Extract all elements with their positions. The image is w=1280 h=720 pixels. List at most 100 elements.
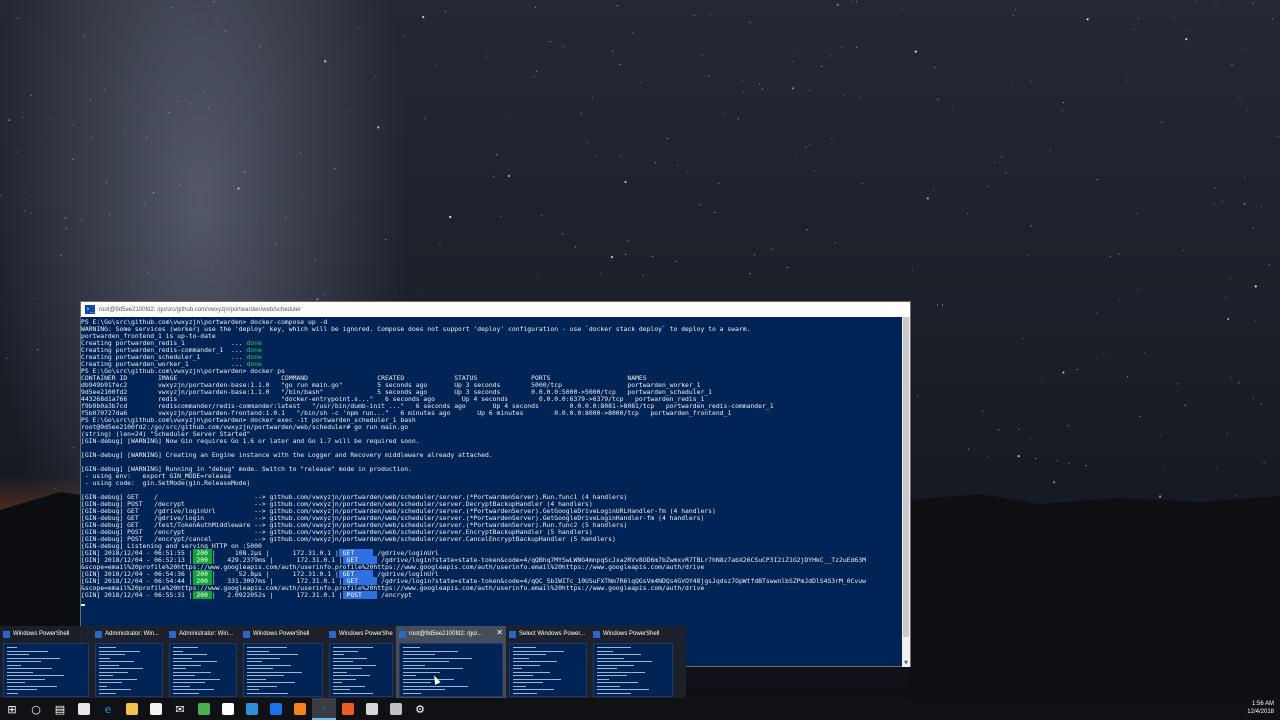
thumbnail-label: root@9d5ee2100fd2: /go/... — [409, 631, 483, 637]
star — [831, 138, 833, 139]
window-thumbnail[interactable]: Windows PowerShell — [326, 626, 396, 698]
star — [486, 55, 488, 57]
thumbnail-preview — [399, 643, 503, 697]
star — [500, 215, 502, 217]
chrome-icon[interactable] — [192, 698, 216, 720]
thumbnail-label: Windows PowerShell — [603, 631, 660, 637]
cortana-search-icon[interactable]: ○ — [24, 698, 48, 720]
mail-icon[interactable]: ✉ — [168, 698, 192, 720]
star — [1177, 383, 1179, 385]
star — [115, 45, 117, 47]
settings-icon[interactable]: ⚙ — [408, 698, 432, 720]
window-thumbnail[interactable]: Administrator: Win... — [92, 626, 166, 698]
star — [395, 292, 397, 294]
powershell-console-window[interactable]: ›_ root@9d5ee2100fd2: /go/src/github.com… — [80, 301, 911, 667]
store-icon[interactable] — [144, 698, 168, 720]
app-icon-1[interactable] — [72, 698, 96, 720]
star — [937, 304, 938, 306]
star — [1271, 18, 1273, 20]
star — [805, 146, 807, 148]
star — [1244, 176, 1246, 178]
star — [153, 192, 154, 194]
scroll-thumb[interactable] — [903, 317, 909, 637]
star — [620, 154, 621, 156]
console-scrollbar[interactable]: ▲ ▼ — [902, 317, 910, 667]
scroll-down-icon[interactable]: ▼ — [902, 659, 910, 667]
star — [104, 88, 106, 90]
star — [1244, 50, 1246, 52]
window-thumbnail[interactable]: Windows PowerShell — [240, 626, 326, 698]
star — [611, 50, 613, 52]
star — [1127, 79, 1128, 81]
star — [1138, 287, 1140, 289]
star — [742, 80, 744, 82]
network-icon[interactable] — [384, 698, 408, 720]
star — [841, 47, 842, 48]
github-icon[interactable] — [216, 698, 240, 720]
star — [179, 183, 180, 185]
star — [517, 137, 519, 139]
star — [580, 112, 582, 114]
star — [496, 154, 498, 156]
console-cursor-line — [81, 599, 910, 606]
star — [445, 10, 447, 12]
powershell-icon[interactable]: › — [312, 698, 336, 720]
firefox-icon[interactable] — [288, 698, 312, 720]
star — [203, 92, 205, 94]
start-button[interactable]: ⊞ — [0, 698, 24, 720]
app-icon-1-glyph-icon — [78, 703, 90, 715]
star — [749, 21, 751, 23]
star — [385, 239, 387, 240]
star — [402, 35, 404, 37]
gin-log-post: /encrypt — [377, 591, 412, 599]
star — [324, 60, 327, 63]
window-thumbnail[interactable]: Select Windows Power... — [506, 626, 590, 698]
vscode-icon[interactable] — [240, 698, 264, 720]
star — [587, 142, 588, 144]
star — [374, 76, 376, 78]
star — [631, 31, 633, 33]
edge-browser-icon[interactable]: e — [96, 698, 120, 720]
star — [758, 83, 760, 85]
star — [834, 242, 836, 244]
window-thumbnail[interactable]: Administrator: Win... — [166, 626, 240, 698]
star — [173, 138, 175, 140]
star — [1139, 416, 1141, 418]
star — [43, 332, 45, 334]
task-view-icon[interactable]: ▤ — [48, 698, 72, 720]
window-thumbnail[interactable]: Windows PowerShell — [590, 626, 676, 698]
system-clock[interactable]: 1:56 AM 12/4/2018 — [1247, 700, 1274, 716]
star — [1062, 110, 1064, 112]
close-icon[interactable]: ✕ — [496, 628, 503, 638]
star — [434, 64, 436, 66]
firefox-glyph-icon — [294, 703, 306, 715]
file-explorer-icon[interactable] — [120, 698, 144, 720]
star — [743, 91, 745, 93]
star — [836, 3, 839, 6]
star — [1230, 377, 1232, 379]
star — [60, 255, 62, 257]
star — [49, 119, 51, 120]
window-thumbnail[interactable]: Windows PowerShell — [0, 626, 92, 698]
window-thumbnail[interactable]: root@9d5ee2100fd2: /go/... ✕ — [396, 626, 506, 698]
star — [1260, 205, 1262, 207]
thumbnail-title: Windows PowerShell — [593, 628, 673, 640]
thumbnail-preview — [169, 643, 237, 697]
star — [625, 253, 627, 255]
thumbnail-preview — [329, 643, 393, 697]
notes-icon[interactable] — [360, 698, 384, 720]
star — [131, 280, 133, 282]
star — [1254, 320, 1256, 322]
star — [237, 187, 240, 190]
star — [677, 164, 678, 166]
star — [563, 46, 564, 48]
maps-icon[interactable] — [264, 698, 288, 720]
postman-icon[interactable] — [336, 698, 360, 720]
star — [1222, 201, 1224, 202]
console-titlebar[interactable]: ›_ root@9d5ee2100fd2: /go/src/github.com… — [81, 302, 910, 317]
thumbnail-label: Administrator: Win... — [105, 631, 160, 637]
star — [791, 87, 795, 90]
thumbnail-title: Windows PowerShell — [243, 628, 323, 640]
console-output[interactable]: PS E:\Go\src\github.com\vwxyzjn\portward… — [81, 317, 910, 667]
star — [718, 182, 720, 184]
